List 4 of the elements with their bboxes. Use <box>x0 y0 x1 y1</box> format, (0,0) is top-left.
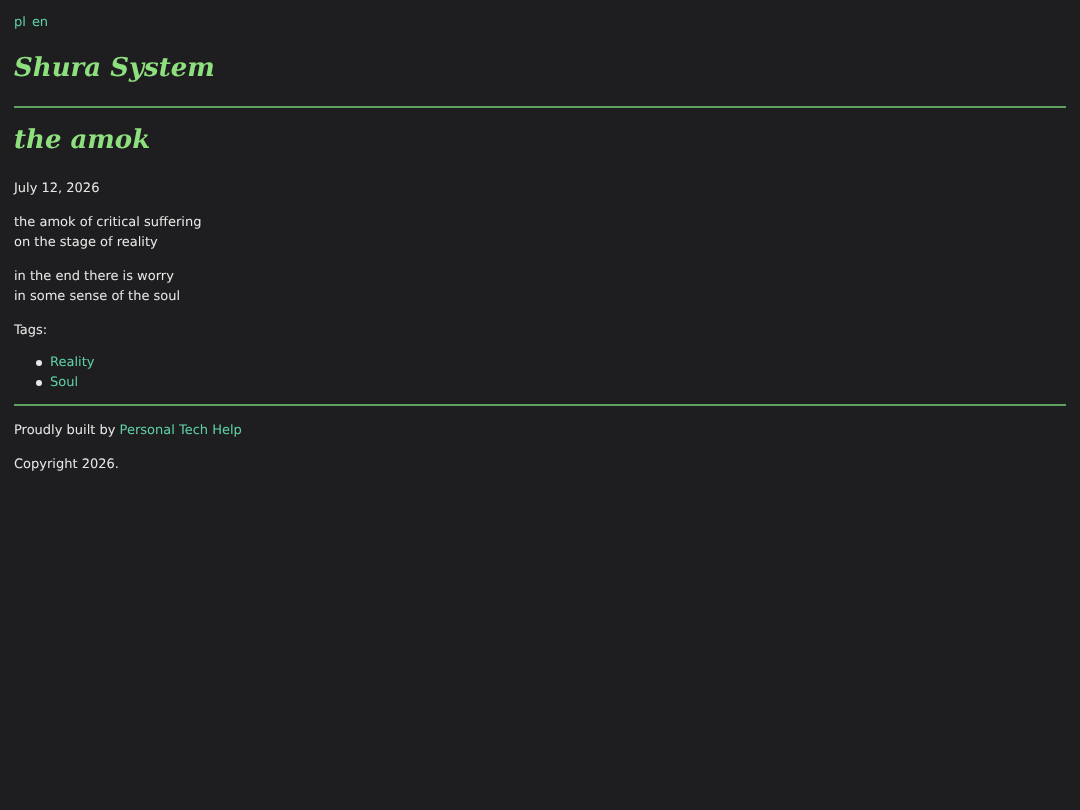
bullet-icon <box>36 359 42 365</box>
bullet-icon <box>36 379 42 385</box>
site-title[interactable]: Shura System <box>14 52 1066 88</box>
post-title: the amok <box>14 124 153 160</box>
